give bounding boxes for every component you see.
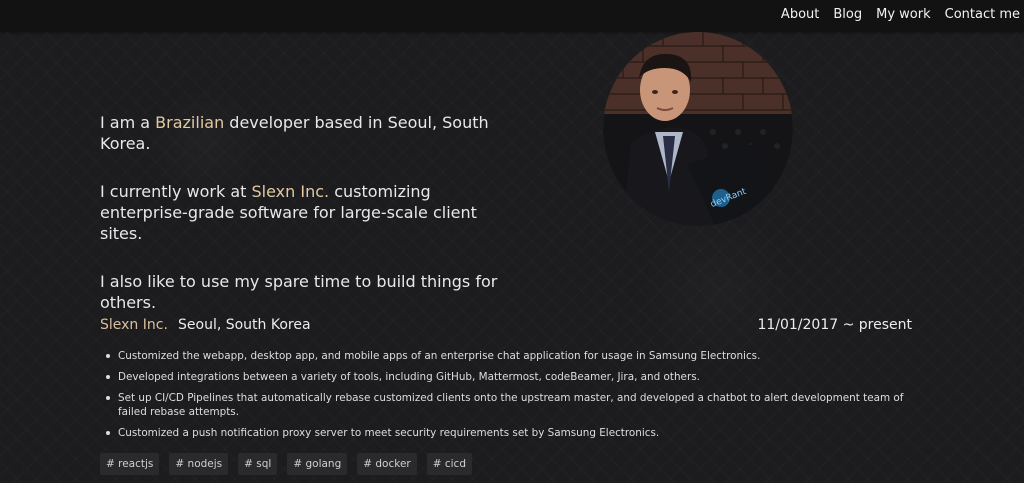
job-company[interactable]: Slexn Inc. xyxy=(100,317,168,333)
intro-paragraph-hobby: I also like to use my spare time to buil… xyxy=(100,272,498,312)
job-dates: 11/01/2017 ~ present xyxy=(757,317,912,333)
top-navigation-bar: About Blog My work Contact me xyxy=(0,0,1024,31)
tag-reactjs: # reactjs xyxy=(100,453,160,475)
tag-docker: # docker xyxy=(357,453,417,475)
main-nav: About Blog My work Contact me xyxy=(781,7,1020,22)
nav-link-contact[interactable]: Contact me xyxy=(945,7,1020,22)
nav-link-blog[interactable]: Blog xyxy=(833,7,862,22)
nav-link-about[interactable]: About xyxy=(781,7,819,22)
tech-tags: # reactjs # nodejs # sql # golang # dock… xyxy=(100,453,472,475)
job-responsibilities: Customized the webapp, desktop app, and … xyxy=(104,349,914,447)
job-location: Seoul, South Korea xyxy=(178,317,311,333)
list-item: Developed integrations between a variety… xyxy=(104,370,914,384)
intro-section: I am a Brazilian developer based in Seou… xyxy=(100,112,520,334)
tag-sql: # sql xyxy=(238,453,278,475)
profile-photo-icon: devRant xyxy=(603,32,793,226)
nav-link-my-work[interactable]: My work xyxy=(876,7,931,22)
employer-highlight: Slexn Inc. xyxy=(251,182,330,201)
list-item: Customized the webapp, desktop app, and … xyxy=(104,349,914,363)
profile-photo: devRant xyxy=(603,32,793,226)
list-item: Customized a push notification proxy ser… xyxy=(104,426,914,440)
intro-text: I am a xyxy=(100,113,156,132)
nationality-highlight: Brazilian xyxy=(155,113,225,132)
tag-golang: # golang xyxy=(287,453,348,475)
list-item: Set up CI/CD Pipelines that automaticall… xyxy=(104,391,914,419)
tag-nodejs: # nodejs xyxy=(169,453,229,475)
tag-cicd: # cicd xyxy=(426,453,472,475)
intro-text: I currently work at xyxy=(100,182,252,201)
intro-paragraph-work: I currently work at Slexn Inc. customizi… xyxy=(100,181,520,244)
intro-paragraph-origin: I am a Brazilian developer based in Seou… xyxy=(100,112,520,154)
job-header: Slexn Inc. Seoul, South Korea 11/01/2017… xyxy=(100,317,912,337)
